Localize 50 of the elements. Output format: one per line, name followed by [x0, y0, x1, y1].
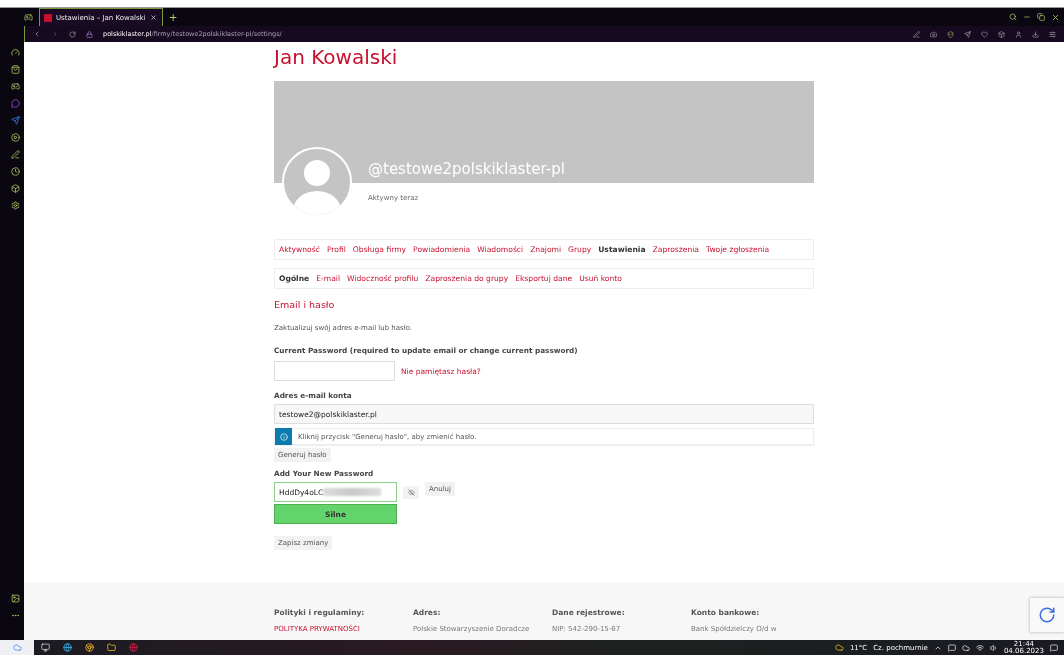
user-icon[interactable] — [1015, 30, 1022, 38]
lock-icon — [86, 30, 93, 38]
cube-icon[interactable] — [998, 30, 1005, 38]
shield-icon[interactable] — [947, 30, 954, 38]
task-view-icon[interactable] — [40, 643, 50, 652]
close-icon[interactable] — [149, 14, 157, 21]
settings-icon[interactable] — [10, 201, 20, 210]
profile-name: Jan Kowalski — [274, 45, 399, 69]
folder-icon[interactable] — [106, 643, 116, 652]
notifications-icon[interactable] — [1050, 643, 1058, 652]
clock-icon[interactable] — [10, 167, 20, 176]
cube-icon[interactable] — [10, 184, 20, 193]
section-heading: Email i hasło — [274, 299, 336, 310]
chat-bubble-icon[interactable] — [10, 99, 20, 108]
pen-icon[interactable] — [10, 150, 20, 159]
gauge-icon[interactable] — [10, 48, 20, 57]
password-field[interactable] — [274, 361, 395, 381]
hide-password-button[interactable] — [403, 485, 419, 499]
search-icon[interactable] — [1009, 13, 1017, 21]
browser-icon[interactable] — [128, 643, 138, 652]
weather-icon — [834, 643, 844, 652]
gamepad-icon[interactable] — [24, 12, 33, 22]
redaction-bar — [323, 488, 382, 496]
camera-icon[interactable] — [930, 30, 937, 38]
profile-handle: @testowe2polskiklaster-pl — [368, 160, 565, 178]
send-icon[interactable] — [964, 30, 971, 38]
network-icon[interactable] — [975, 643, 984, 652]
settings-icon[interactable] — [1049, 30, 1056, 38]
more-icon[interactable] — [10, 611, 20, 620]
send-icon[interactable] — [10, 116, 20, 125]
volume-icon[interactable] — [989, 643, 998, 652]
pen-icon[interactable] — [913, 30, 920, 38]
eye-off-icon — [407, 488, 415, 496]
play-icon[interactable] — [10, 133, 20, 142]
back-icon[interactable] — [33, 30, 41, 38]
new-tab-button[interactable]: + — [169, 11, 178, 23]
restore-icon[interactable] — [1037, 13, 1045, 21]
chrome-icon[interactable] — [84, 643, 94, 652]
bag-icon[interactable] — [10, 65, 20, 74]
browser-icon[interactable] — [62, 643, 72, 652]
gamepad-icon[interactable] — [10, 82, 20, 91]
cloud-icon[interactable] — [961, 643, 970, 652]
image-icon[interactable] — [10, 594, 20, 603]
download-icon[interactable] — [1032, 30, 1039, 38]
reload-icon[interactable] — [69, 30, 76, 38]
heart-icon[interactable] — [981, 30, 988, 38]
chat-icon[interactable] — [947, 643, 956, 652]
favicon-icon — [44, 13, 52, 22]
info-icon — [279, 432, 288, 441]
close-icon[interactable] — [1051, 12, 1060, 22]
